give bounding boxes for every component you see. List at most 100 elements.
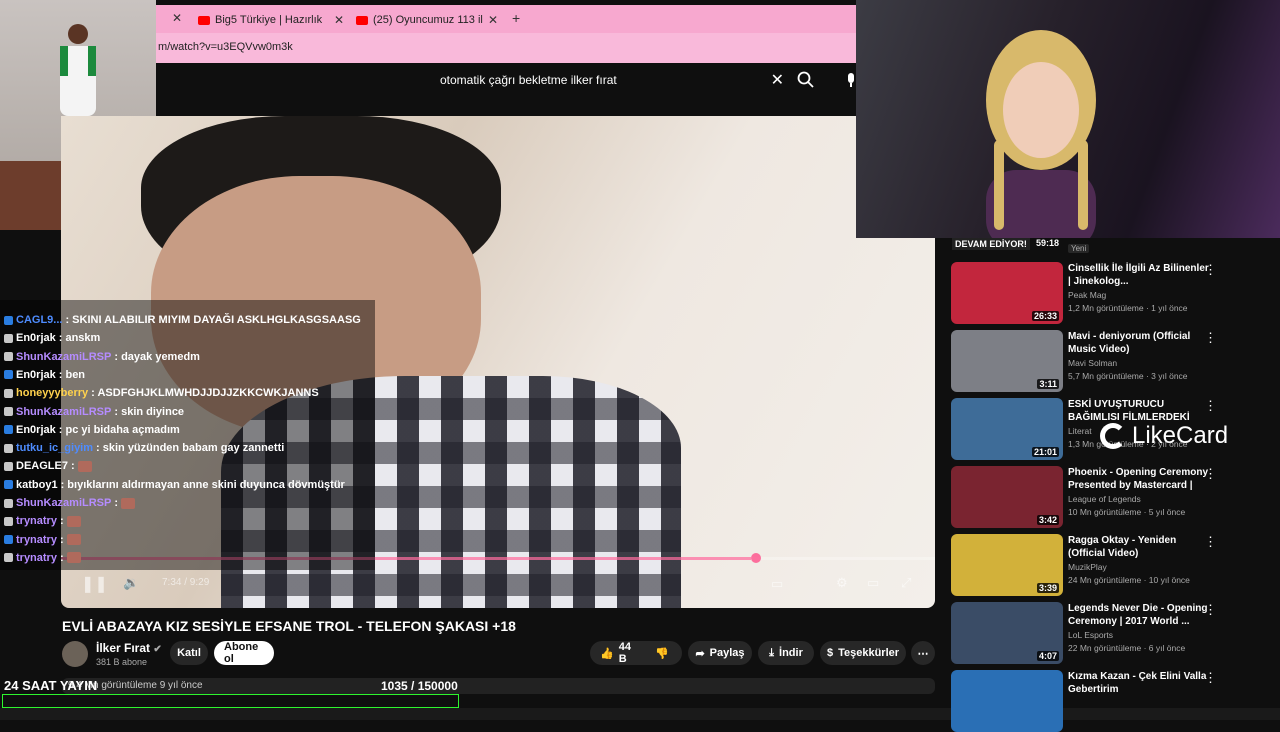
chat-badge-icon xyxy=(4,315,13,325)
video-thumbnail[interactable] xyxy=(951,670,1063,732)
recommended-title[interactable]: Kızma Kazan - Çek Elini Valla Gebertirim xyxy=(1068,670,1210,696)
recommended-title[interactable]: Cinsellik İle İlgili Az Bilinenler | Jin… xyxy=(1068,262,1210,288)
recommended-meta: 10 Mn görüntüleme · 5 yıl önce xyxy=(1068,507,1186,517)
clear-icon[interactable]: ✕ xyxy=(771,70,784,90)
video-thumbnail[interactable]: 3:11 xyxy=(951,330,1063,392)
progress-scrubber[interactable] xyxy=(751,553,762,563)
join-button[interactable]: Katıl xyxy=(170,641,208,665)
theater-icon[interactable]: ▭ xyxy=(867,575,879,591)
super-thanks-icon: $ xyxy=(826,647,834,659)
close-icon[interactable]: ✕ xyxy=(172,11,182,25)
more-options-icon[interactable]: ⋮ xyxy=(1204,602,1217,618)
new-tab-button[interactable]: + xyxy=(512,10,520,26)
fullscreen-icon[interactable]: ⤢ xyxy=(901,575,911,591)
search-button[interactable] xyxy=(796,70,818,90)
url-text: m/watch?v=u3EQVvw0m3k xyxy=(158,41,293,53)
mic-icon[interactable] xyxy=(846,70,856,90)
chat-username[interactable]: trynatry xyxy=(16,552,57,564)
recommended-title[interactable]: Phoenix - Opening Ceremony Presented by … xyxy=(1068,466,1210,492)
recommended-title[interactable]: ESKİ UYUŞTURUCU BAĞIMLISI FİLMLERDEKİ UY… xyxy=(1068,398,1210,424)
chat-username[interactable]: En0rjak xyxy=(16,369,56,381)
video-thumbnail[interactable]: 3:42 xyxy=(951,466,1063,528)
recommended-title[interactable]: Legends Never Die - Opening Ceremony | 2… xyxy=(1068,602,1210,628)
more-options-icon[interactable]: ⋮ xyxy=(1204,534,1217,550)
more-actions-button[interactable]: ⋯ xyxy=(911,641,935,665)
recommended-video[interactable]: 26:33 Cinsellik İle İlgili Az Bilinenler … xyxy=(951,262,1265,324)
chat-text: : xyxy=(114,497,119,509)
chat-username[interactable]: ShunKazamiLRSP xyxy=(16,351,111,363)
browser-tab[interactable]: (25) Oyuncumuz 113 ile Röportaj ✕ xyxy=(350,9,504,31)
dislike-button[interactable]: 👎 xyxy=(642,641,682,665)
chat-text: : skin yüzünden babam gay zannetti xyxy=(96,442,285,455)
new-badge: Yeni xyxy=(1068,244,1090,253)
chat-username[interactable]: honeyyyberry xyxy=(16,387,88,399)
more-options-icon[interactable]: ⋮ xyxy=(1204,466,1217,482)
close-icon[interactable]: ✕ xyxy=(488,13,498,27)
subscriber-count: 381 B abone xyxy=(96,657,148,667)
chat-text: : pc yi bidaha açmadım xyxy=(58,423,180,436)
chat-username[interactable]: ShunKazamiLRSP xyxy=(16,406,111,418)
recommended-video[interactable]: 3:42 Phoenix - Opening Ceremony Presented… xyxy=(951,466,1265,528)
chat-username[interactable]: DEAGLE7 xyxy=(16,460,68,472)
recommended-channel[interactable]: Mavi Solman xyxy=(1068,358,1117,368)
share-button[interactable]: ➦ Paylaş xyxy=(688,641,752,665)
thanks-button[interactable]: $ Teşekkürler xyxy=(820,641,906,665)
tab-label: Big5 Türkiye | Hazırlık Sezonu 2 xyxy=(215,14,325,26)
more-options-icon[interactable]: ⋮ xyxy=(1204,262,1217,278)
more-options-icon[interactable]: ⋮ xyxy=(1204,398,1217,414)
channel-name[interactable]: İlker Fırat ✔ xyxy=(96,641,162,655)
recommended-title[interactable]: Ragga Oktay - Yeniden (Official Video) xyxy=(1068,534,1210,560)
recommended-video[interactable]: 3:11 Mavi - deniyorum (Official Music Vid… xyxy=(951,330,1265,392)
recommended-video[interactable]: Kızma Kazan - Çek Elini Valla Gebertirim… xyxy=(951,670,1265,732)
like-count: 44 B xyxy=(618,641,631,665)
description-box[interactable]: 9,4 Mn görüntüleme 9 yıl önce xyxy=(62,678,935,694)
recommended-channel[interactable]: League of Legends xyxy=(1068,494,1141,504)
video-thumbnail[interactable]: 26:33 xyxy=(951,262,1063,324)
video-thumbnail[interactable]: 3:39 xyxy=(951,534,1063,596)
recommended-title[interactable]: Mavi - deniyorum (Official Music Video) xyxy=(1068,330,1210,356)
chat-message: DEAGLE7: xyxy=(4,460,92,472)
chat-username[interactable]: tutku_ic_giyim xyxy=(16,442,93,454)
chat-badge-icon xyxy=(4,370,13,380)
video-thumbnail[interactable]: 4:07 xyxy=(951,602,1063,664)
chat-badge-icon xyxy=(4,498,13,508)
chat-emote-icon xyxy=(77,460,92,472)
avatar[interactable] xyxy=(62,641,88,667)
close-icon[interactable]: ✕ xyxy=(334,13,344,27)
youtube-icon xyxy=(356,15,368,25)
video-thumbnail[interactable]: 21:01 xyxy=(951,398,1063,460)
chat-username[interactable]: trynatry xyxy=(16,515,57,527)
chat-badge-icon xyxy=(4,407,13,416)
download-button[interactable]: ⤓ İndir xyxy=(758,641,814,665)
more-options-icon[interactable]: ⋮ xyxy=(1204,670,1217,686)
chat-message: trynatry: xyxy=(4,552,81,564)
duration-badge: 3:11 xyxy=(1037,379,1059,389)
share-label: Paylaş xyxy=(709,647,745,659)
chat-username[interactable]: En0rjak xyxy=(16,332,56,344)
chat-username[interactable]: ShunKazamiLRSP xyxy=(16,497,111,509)
video-time: 7:34 / 9:29 xyxy=(162,577,210,588)
chat-badge-icon xyxy=(4,388,13,398)
recommended-video[interactable]: 4:07 Legends Never Die - Opening Ceremony… xyxy=(951,602,1265,664)
chat-message: En0rjak: ben xyxy=(4,369,85,381)
recommended-channel[interactable]: Peak Mag xyxy=(1068,290,1106,300)
like-button[interactable]: 👍 44 B xyxy=(590,641,642,665)
chat-username[interactable]: CAGL9... xyxy=(16,314,62,326)
chat-message: honeyyyberry: ASDFGHJKLMWHDJJDJJZKKCWKJA… xyxy=(4,387,319,399)
address-bar[interactable]: m/watch?v=u3EQVvw0m3k xyxy=(156,33,856,63)
recommended-channel[interactable]: Literat xyxy=(1068,426,1092,436)
chat-username[interactable]: katboy1 xyxy=(16,479,58,491)
more-options-icon[interactable]: ⋮ xyxy=(1204,330,1217,346)
recommended-channel[interactable]: MuzikPlay xyxy=(1068,562,1107,572)
subscribe-button[interactable]: Abone ol xyxy=(214,641,274,665)
subtitles-icon[interactable]: ▭ xyxy=(771,576,783,592)
recommended-video[interactable]: 3:39 Ragga Oktay - Yeniden (Official Vide… xyxy=(951,534,1265,596)
search-input[interactable]: otomatik çağrı bekletme ilker fırat ✕ xyxy=(428,68,790,92)
chat-username[interactable]: En0rjak xyxy=(16,424,56,436)
browser-tab[interactable]: Big5 Türkiye | Hazırlık Sezonu 2 ✕ xyxy=(192,9,350,31)
chat-username[interactable]: trynatry xyxy=(16,534,57,546)
pause-button[interactable]: ❚❚ xyxy=(81,574,108,594)
recommended-channel[interactable]: LoL Esports xyxy=(1068,630,1113,640)
volume-icon[interactable]: 🔉 xyxy=(123,575,139,591)
settings-icon[interactable]: ⚙ xyxy=(836,575,848,591)
